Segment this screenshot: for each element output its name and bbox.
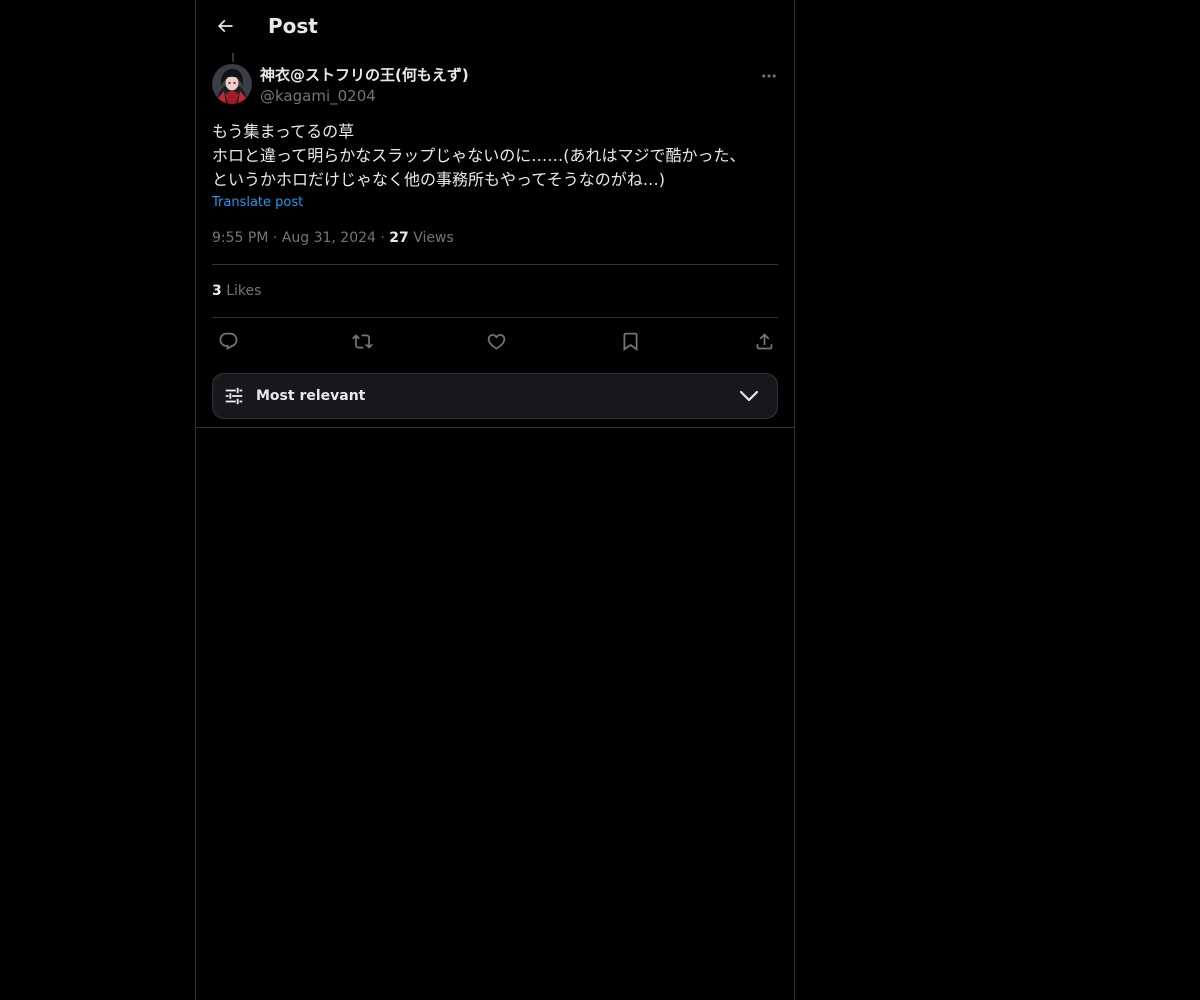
post-date[interactable]: Aug 31, 2024	[282, 230, 376, 246]
views-count: 27	[389, 230, 409, 246]
author-handle[interactable]: @kagami_0204	[260, 86, 376, 106]
reply-icon	[219, 332, 237, 350]
post-time[interactable]: 9:55 PM	[212, 230, 268, 246]
bookmark-button[interactable]	[617, 328, 643, 354]
divider	[212, 264, 778, 265]
reply-button[interactable]	[215, 328, 241, 354]
more-horizontal-icon	[762, 74, 776, 78]
post-text: もう集まってるの草 ホロと違って明らかなスラップじゃないのに……(あれはマジで酷…	[212, 120, 778, 192]
share-icon	[756, 332, 772, 349]
views-label: Views	[413, 230, 454, 246]
divider	[212, 317, 778, 318]
likes-link[interactable]: 3 Likes	[212, 281, 261, 301]
avatar-image	[212, 64, 252, 104]
thread-connector-line	[232, 53, 234, 62]
likes-label: Likes	[226, 283, 262, 299]
share-button[interactable]	[751, 328, 777, 354]
meta-separator: ·	[380, 230, 390, 246]
reply-sort-dropdown[interactable]: Most relevant	[212, 373, 778, 419]
repost-button[interactable]	[349, 328, 375, 354]
translate-post-link[interactable]: Translate post	[212, 194, 303, 212]
bookmark-icon	[623, 332, 637, 351]
avatar[interactable]	[212, 64, 252, 104]
chevron-down-icon	[739, 390, 759, 402]
sort-label: Most relevant	[256, 388, 366, 404]
section-divider	[196, 427, 794, 428]
like-button[interactable]	[483, 328, 509, 354]
author-display-name[interactable]: 神衣@ストフリの王(何もえず)	[260, 65, 469, 85]
main-column: Post 神衣@ストフリの王(何もえず) @kagami_0204 もう集まって…	[195, 0, 795, 1000]
page-title: Post	[268, 14, 318, 38]
meta-separator: ·	[272, 230, 282, 246]
likes-count: 3	[212, 283, 222, 299]
more-options-button[interactable]	[756, 63, 782, 89]
page-header: Post	[196, 0, 794, 53]
heart-icon	[487, 333, 505, 350]
post-text-line: もう集まってるの草	[212, 122, 355, 141]
post-metadata: 9:55 PM · Aug 31, 2024 · 27 Views	[212, 228, 454, 248]
arrow-left-icon	[217, 19, 233, 33]
filter-sliders-icon	[225, 387, 243, 405]
post-text-line: ホロと違って明らかなスラップじゃないのに……(あれはマジで酷かった、	[212, 146, 746, 165]
back-button[interactable]	[208, 9, 242, 43]
repost-icon	[351, 333, 373, 349]
post-text-line: というかホロだけじゃなく他の事務所もやってそうなのがね…)	[212, 170, 665, 189]
